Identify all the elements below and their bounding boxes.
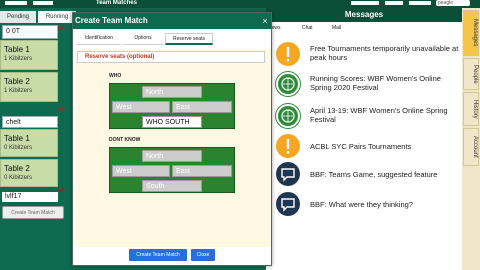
table-card[interactable]: Table 2 1 Kibitzers — [0, 72, 58, 102]
table-name: Table 1 — [4, 45, 30, 54]
tab-running[interactable]: Running — [38, 11, 76, 23]
message-text: Running Scores: WBF Women's Online Sprin… — [310, 74, 441, 92]
reserve-seats-panel: Reserve seats (optional) WHO North West … — [75, 49, 271, 247]
message-item[interactable]: April 13-19: WBF Women's Online Spring F… — [276, 104, 462, 132]
messages-panel: Messages News Chat Mail Free Tournaments… — [266, 8, 462, 270]
wbf-logo-icon — [276, 104, 300, 128]
score-row: 0 0T — [2, 25, 58, 39]
east-seat-input[interactable]: East — [172, 165, 232, 177]
kibitzer-count: 0 Kibitzers — [4, 175, 33, 181]
seat-grid-who: North West East WHO SOUTH — [109, 83, 235, 129]
side-tabs: Messages People History Account — [462, 8, 480, 270]
speech-bubble-icon — [276, 162, 300, 186]
tab-reserve-seats[interactable]: Reserve seats — [165, 33, 213, 45]
match-name: chelt — [2, 116, 58, 128]
message-item[interactable]: BBF: Teams Game, suggested feature — [276, 162, 462, 190]
table-name: Table 1 — [4, 134, 30, 143]
create-team-match-submit-button[interactable]: Create Team Match — [129, 249, 187, 261]
wbf-logo-icon — [276, 72, 300, 96]
east-seat-input[interactable]: East — [172, 101, 232, 113]
tab-messages[interactable]: Messages — [463, 10, 479, 56]
dialog-title: Create Team Match — [73, 13, 271, 29]
message-text: ACBL SYC Pairs Tournaments — [310, 142, 412, 151]
tab-history[interactable]: History — [463, 92, 479, 126]
dialog-footer: Create Team Match Close — [73, 249, 271, 265]
north-seat-input[interactable]: North — [142, 150, 202, 162]
seat-grid-dont-know: North West East South — [109, 147, 235, 193]
search-input[interactable]: peagle — [436, 0, 470, 6]
help-top-button[interactable] — [384, 0, 404, 6]
kibitzer-count: 1 Kibitzers — [4, 88, 33, 94]
create-team-match-dialog: Create Team Match × Identification Optio… — [72, 12, 272, 266]
speech-bubble-icon — [276, 192, 300, 216]
message-text: April 13-19: WBF Women's Online Spring F… — [310, 106, 448, 124]
help-button[interactable] — [32, 0, 54, 6]
table-card[interactable]: Table 1 0 Kibitzers — [0, 129, 58, 157]
message-text: Free Tournaments temporarily unavailable… — [310, 44, 459, 62]
back-button[interactable] — [4, 0, 28, 6]
logout-button[interactable] — [350, 0, 380, 6]
tab-chat[interactable]: Chat — [302, 25, 313, 31]
table-card[interactable]: Table 2 0 Kibitzers — [0, 159, 58, 187]
west-seat-input[interactable]: West — [112, 165, 170, 177]
top-bar: Team Matches peagle — [0, 0, 480, 8]
section-title: Reserve seats (optional) — [77, 51, 265, 63]
south-seat-input[interactable]: South — [142, 180, 202, 192]
message-text: BBF: Teams Game, suggested feature — [310, 170, 438, 179]
kibitzer-count: 0 Kibitzers — [4, 145, 33, 151]
message-item[interactable]: ACBL SYC Pairs Tournaments — [276, 134, 462, 162]
alert-icon — [276, 42, 300, 66]
message-item[interactable]: BBF: What were they thinking? — [276, 192, 462, 220]
tab-pending[interactable]: Pending — [0, 11, 36, 23]
message-item[interactable]: Free Tournaments temporarily unavailable… — [276, 42, 462, 70]
south-seat-input[interactable]: WHO SOUTH — [142, 116, 202, 128]
tab-people[interactable]: People — [463, 58, 479, 90]
create-team-match-button[interactable]: Create Team Match — [2, 206, 64, 219]
match-name: lvlf17 — [2, 192, 58, 202]
table-name: Table 2 — [4, 164, 30, 173]
table-name: Table 2 — [4, 77, 30, 86]
alert-icon — [276, 134, 300, 158]
tab-account[interactable]: Account — [463, 128, 479, 166]
north-seat-input[interactable]: North — [142, 86, 202, 98]
group-label-who: WHO — [109, 73, 122, 79]
tab-identification[interactable]: Identification — [77, 33, 121, 45]
tab-options[interactable]: Options — [123, 33, 163, 45]
bbo-button[interactable] — [408, 0, 432, 6]
team-match-list: Pending Running 0 0T #4 Table 1 1 Kibitz… — [0, 8, 76, 270]
close-icon[interactable]: × — [259, 15, 271, 27]
kibitzer-count: 1 Kibitzers — [4, 56, 33, 62]
messages-title: Messages — [266, 8, 462, 22]
message-text: BBF: What were they thinking? — [310, 200, 413, 209]
west-seat-input[interactable]: West — [112, 101, 170, 113]
close-button[interactable]: Close — [191, 249, 215, 261]
table-card[interactable]: Table 1 1 Kibitzers — [0, 40, 58, 70]
tab-mail[interactable]: Mail — [332, 25, 341, 31]
page-title: Team Matches — [96, 0, 137, 6]
group-label-dont-know: DONT KNOW — [109, 137, 141, 143]
message-item[interactable]: Running Scores: WBF Women's Online Sprin… — [276, 72, 462, 100]
